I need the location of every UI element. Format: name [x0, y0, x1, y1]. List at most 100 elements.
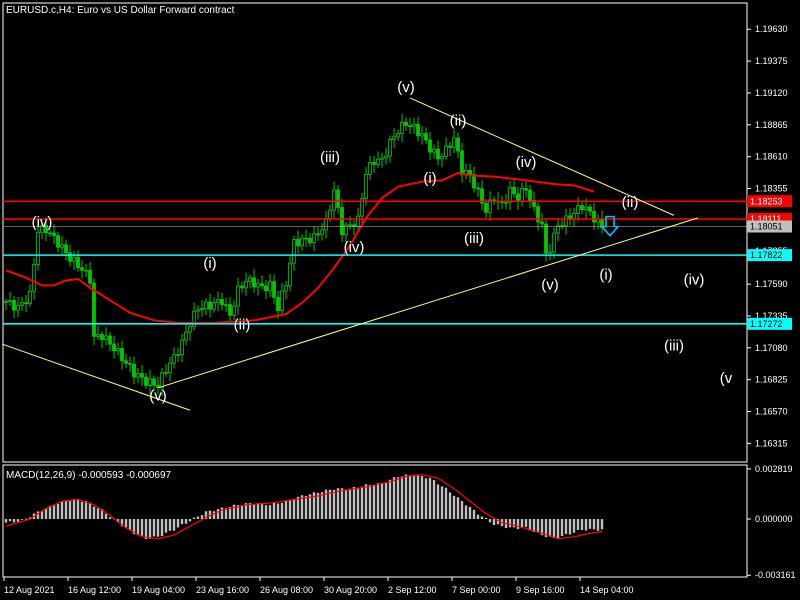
wave-label: (i) — [203, 255, 216, 272]
price-tick-label: 1.19375 — [755, 56, 788, 66]
macd-bar — [284, 500, 288, 520]
macd-bar — [592, 519, 596, 530]
candle-body — [164, 372, 168, 374]
macd-bar — [124, 519, 128, 528]
macd-bar — [264, 505, 268, 520]
candle-body — [372, 162, 376, 165]
time-tick-label: 26 Aug 08:00 — [260, 585, 313, 595]
candle-body — [228, 304, 232, 316]
macd-bar — [360, 486, 364, 520]
candle-body — [356, 215, 360, 227]
candle-body — [108, 335, 112, 345]
candle-body — [420, 133, 424, 137]
macd-bar — [384, 482, 388, 520]
macd-bar — [292, 499, 296, 520]
macd-tick-label: 0.002819 — [755, 464, 793, 474]
candle-body — [424, 133, 428, 141]
macd-bar — [508, 519, 512, 528]
macd-bar — [88, 502, 92, 520]
candle-body — [120, 348, 124, 362]
macd-bar — [524, 519, 528, 527]
candle-body — [68, 252, 72, 262]
candle-body — [556, 225, 560, 234]
candle-body — [188, 326, 192, 333]
macd-bar — [576, 519, 580, 530]
candle-body — [96, 334, 100, 337]
candle-body — [588, 206, 592, 212]
candle-body — [284, 285, 288, 292]
macd-bar — [108, 517, 112, 520]
wave-label: (v) — [541, 276, 559, 293]
time-tick-label: 30 Aug 20:00 — [324, 585, 377, 595]
macd-bar — [380, 483, 384, 520]
macd-bar — [372, 485, 376, 520]
macd-bar — [352, 486, 356, 520]
macd-bar — [468, 506, 472, 520]
macd-bar — [364, 484, 368, 520]
candle-body — [56, 235, 60, 248]
macd-bar — [588, 519, 592, 529]
candle-body — [72, 256, 76, 262]
wave-label: (iii) — [320, 149, 340, 166]
candle-body — [364, 173, 368, 200]
macd-bar — [76, 500, 80, 520]
candle-body — [100, 334, 104, 340]
macd-bar — [564, 519, 568, 535]
macd-bar — [180, 519, 184, 525]
price-tag-label: 1.18253 — [750, 196, 783, 206]
macd-bar — [552, 519, 556, 539]
candle-body — [180, 339, 184, 356]
candle-body — [260, 283, 264, 287]
candle-body — [20, 302, 24, 306]
candle-body — [320, 229, 324, 235]
macd-bar — [164, 519, 168, 533]
wave-label: (iii) — [664, 338, 684, 355]
candle-body — [292, 239, 296, 264]
candle-body — [208, 301, 212, 310]
candle-body — [404, 121, 408, 127]
macd-bar — [396, 477, 400, 520]
macd-bar — [40, 511, 44, 520]
candle-body — [432, 148, 436, 153]
candle-body — [392, 136, 396, 140]
macd-bar — [220, 507, 224, 520]
macd-bar — [48, 505, 52, 520]
macd-bar — [8, 519, 12, 522]
macd-bar — [484, 518, 488, 520]
candle-body — [508, 186, 512, 203]
chart-title: EURUSD.c,H4: Euro vs US Dollar Forward c… — [6, 5, 235, 16]
macd-bar — [560, 519, 564, 537]
macd-bar — [432, 479, 436, 520]
macd-bar — [56, 503, 60, 520]
macd-bar — [216, 509, 220, 520]
candle-body — [460, 150, 464, 176]
macd-bar — [424, 478, 428, 520]
candle-body — [316, 233, 320, 236]
macd-bar — [128, 519, 132, 530]
macd-bar — [476, 514, 480, 520]
macd-bar — [492, 519, 496, 526]
candle-body — [104, 335, 108, 340]
macd-bar — [480, 516, 484, 520]
macd-bar — [584, 519, 588, 531]
candle-body — [396, 133, 400, 138]
wave-label: (iv) — [684, 271, 705, 288]
candle-body — [504, 201, 508, 204]
macd-bar — [392, 477, 396, 520]
candle-body — [332, 189, 336, 211]
candle-body — [136, 373, 140, 378]
price-tag-label: 1.17272 — [750, 319, 783, 329]
macd-bar — [316, 492, 320, 520]
candle-body — [552, 232, 556, 253]
time-tick-label: 12 Aug 2021 — [4, 585, 55, 595]
macd-bar — [240, 505, 244, 520]
macd-bar — [252, 504, 256, 520]
candle-body — [288, 262, 292, 287]
candle-body — [248, 277, 252, 282]
candle-body — [76, 256, 80, 269]
candle-body — [276, 296, 280, 311]
candle-body — [112, 343, 116, 352]
candle-body — [28, 290, 32, 304]
chart-window[interactable]: (iv) (v) (i) (ii) (iii) (iv) (v) (ii) (i) (iii) (i… — [0, 0, 800, 600]
candle-body — [388, 139, 392, 157]
